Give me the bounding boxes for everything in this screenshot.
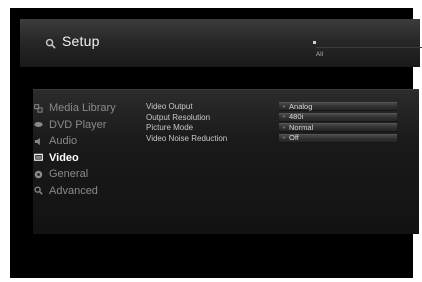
setting-value-text: Off xyxy=(289,133,299,143)
sidebar-item-general[interactable]: General xyxy=(34,166,144,183)
search-icon xyxy=(45,36,56,48)
settings-values: ▸ Analog ▸ 480i ▸ Normal ▸ Off xyxy=(279,102,397,144)
sidebar-item-label: General xyxy=(49,168,89,181)
setting-label-output-resolution: Output Resolution xyxy=(146,112,211,122)
sidebar-item-audio[interactable]: Audio xyxy=(34,133,144,150)
setting-value-text: Normal xyxy=(289,122,314,132)
sidebar-item-label: DVD Player xyxy=(49,118,107,131)
video-output-select[interactable]: ▸ Analog xyxy=(279,102,397,111)
chevron-right-icon: ▸ xyxy=(283,103,287,110)
chevron-right-icon: ▸ xyxy=(283,124,287,131)
sidebar-item-label: Advanced xyxy=(49,184,98,197)
header-bar: Setup All xyxy=(20,19,422,67)
video-noise-reduction-select[interactable]: ▸ Off xyxy=(279,133,397,143)
setting-label-video-output: Video Output xyxy=(146,102,193,111)
output-resolution-select[interactable]: ▸ 480i xyxy=(279,112,397,122)
speaker-icon xyxy=(34,137,43,146)
page-title: Setup xyxy=(62,33,100,49)
dvd-player-icon xyxy=(34,120,43,129)
general-icon xyxy=(34,170,43,179)
settings-labels: Video Output Output Resolution Picture M… xyxy=(146,102,227,144)
status-text: All xyxy=(316,52,324,58)
media-library-icon xyxy=(34,103,43,113)
status-indicator-icon xyxy=(313,41,316,44)
sidebar-item-advanced[interactable]: Advanced xyxy=(34,183,144,200)
setting-value-text: Analog xyxy=(289,101,313,111)
picture-mode-select[interactable]: ▸ Normal xyxy=(279,123,397,132)
sidebar-item-video[interactable]: Video xyxy=(34,150,144,167)
sidebar-item-media-library[interactable]: Media Library xyxy=(34,100,144,117)
sidebar-item-label: Audio xyxy=(49,135,78,148)
chevron-right-icon: ▸ xyxy=(283,135,287,141)
chevron-right-icon: ▸ xyxy=(283,114,287,120)
page-title-group: Setup xyxy=(45,33,100,49)
setting-label-video-noise-reduction: Video Noise Reduction xyxy=(146,133,228,143)
sidebar-item-label: Video xyxy=(49,151,79,164)
status-divider xyxy=(316,47,422,48)
setting-label-picture-mode: Picture Mode xyxy=(146,123,194,132)
setting-value-text: 480i xyxy=(289,112,304,122)
advanced-search-icon xyxy=(34,186,43,196)
sidebar-menu: Media Library DVD Player Audio Video Gen… xyxy=(34,100,144,199)
sidebar-item-dvd-player[interactable]: DVD Player xyxy=(34,117,144,134)
sidebar-item-label: Media Library xyxy=(49,102,116,115)
screen-icon xyxy=(34,153,43,162)
